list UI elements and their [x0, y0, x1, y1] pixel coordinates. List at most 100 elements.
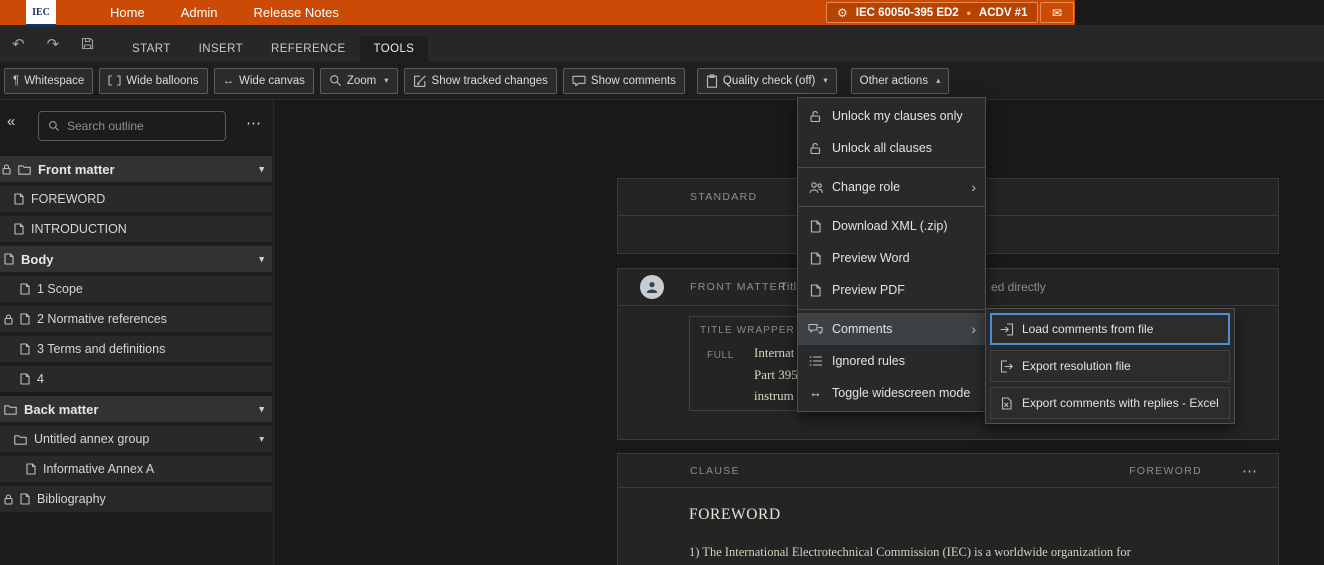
menu-item-label: Ignored rules: [832, 354, 905, 368]
other-actions-menu: Unlock my clauses only Unlock all clause…: [797, 97, 986, 412]
title-wrapper-label: TITLE WRAPPER: [700, 325, 795, 336]
show-comments-label: Show comments: [590, 74, 676, 87]
show-comments-button[interactable]: Show comments: [562, 67, 685, 94]
outline-sidebar: « ⋯ Front matter ▾ FOREWORD INTRODUCTION…: [0, 100, 274, 565]
change-role-icon: [808, 181, 823, 194]
sidebar-item-front-matter[interactable]: Front matter ▾: [0, 156, 272, 182]
menu-item-toggle-widescreen[interactable]: ↔ Toggle widescreen mode: [798, 377, 985, 409]
chevron-down-icon[interactable]: ▾: [259, 254, 264, 265]
foreword-heading: FOREWORD: [689, 506, 781, 523]
document-badge[interactable]: ⚙ IEC 60050-395 ED2 • ACDV #1: [826, 2, 1039, 23]
save-icon: [81, 37, 94, 50]
file-icon: [808, 283, 823, 297]
quality-check-button[interactable]: Quality check (off) ▾: [696, 67, 837, 94]
menu-divider: [798, 206, 985, 207]
menu-item-change-role[interactable]: Change role ›: [798, 171, 985, 203]
tree-item-label: Untitled annex group: [34, 432, 150, 446]
wide-balloons-button[interactable]: Wide balloons: [99, 67, 208, 94]
chevron-down-icon[interactable]: ▾: [259, 404, 264, 415]
document-icon: [20, 313, 30, 325]
search-input[interactable]: [67, 119, 216, 133]
nav-item-release-notes[interactable]: Release Notes: [254, 5, 339, 20]
tree-item-label: 1 Scope: [37, 282, 83, 296]
card-kind-label: CLAUSE: [690, 464, 740, 477]
sidebar-item-back-matter[interactable]: Back matter ▾: [0, 396, 272, 422]
quality-check-label: Quality check (off): [722, 74, 816, 87]
menu-item-ignored-rules[interactable]: Ignored rules: [798, 345, 985, 377]
folder-icon: [18, 164, 31, 175]
undo-button[interactable]: ↶: [12, 35, 25, 53]
submenu-item-label: Load comments from file: [1022, 322, 1154, 336]
menu-item-unlock-all-clauses[interactable]: Unlock all clauses: [798, 132, 985, 164]
sidebar-item-body[interactable]: Body ▾: [0, 246, 272, 272]
unlock-icon: [808, 110, 823, 123]
menu-item-preview-pdf[interactable]: Preview PDF: [798, 274, 985, 306]
redo-button[interactable]: ↷: [47, 35, 60, 53]
sidebar-item-informative-annex-a[interactable]: Informative Annex A: [0, 456, 272, 482]
show-tracked-changes-label: Show tracked changes: [431, 74, 548, 87]
sidebar-item-foreword[interactable]: FOREWORD: [0, 186, 272, 212]
arrows-horizontal-icon: ↔: [222, 74, 235, 87]
rules-icon: [808, 355, 823, 367]
show-tracked-changes-button[interactable]: Show tracked changes: [403, 67, 557, 94]
search-icon: [48, 120, 60, 132]
chevron-down-icon[interactable]: ▾: [259, 164, 264, 175]
sidebar-item-bibliography[interactable]: Bibliography: [0, 486, 272, 512]
whitespace-button[interactable]: ¶ Whitespace: [4, 67, 94, 94]
iec-logo[interactable]: IEC: [26, 0, 56, 27]
wide-canvas-button[interactable]: ↔ Wide canvas: [213, 67, 314, 94]
document-icon: [20, 283, 30, 295]
chevron-down-icon: ▾: [823, 75, 828, 85]
sidebar-item-clause-4[interactable]: 4: [0, 366, 272, 392]
submenu-item-label: Export resolution file: [1022, 359, 1131, 373]
tab-tools[interactable]: TOOLS: [359, 36, 429, 62]
tree-item-label: Back matter: [24, 401, 99, 417]
zoom-button[interactable]: Zoom ▾: [319, 67, 398, 94]
document-title: IEC 60050-395 ED2: [855, 6, 959, 19]
tree-item-label: 2 Normative references: [37, 312, 167, 326]
file-icon: [808, 219, 823, 233]
menu-item-download-xml[interactable]: Download XML (.zip): [798, 210, 985, 242]
foreword-clause-card: CLAUSE FOREWORD ⋯ FOREWORD 1) The Intern…: [617, 453, 1279, 565]
lock-icon: [4, 313, 13, 325]
clause-more-button[interactable]: ⋯: [1242, 462, 1258, 480]
other-actions-button[interactable]: Other actions ▴: [850, 67, 950, 94]
folder-icon: [14, 434, 27, 445]
lock-icon: [2, 163, 11, 175]
tab-reference[interactable]: REFERENCE: [257, 36, 360, 62]
nav-item-home[interactable]: Home: [110, 5, 145, 20]
unlock-icon: [808, 142, 823, 155]
submenu-item-export-comments-excel[interactable]: Export comments with replies - Excel: [990, 387, 1230, 419]
clause-card-header: CLAUSE FOREWORD ⋯: [618, 454, 1278, 488]
tab-start[interactable]: START: [118, 36, 185, 62]
title-fragment: Titl: [780, 281, 797, 293]
collapse-sidebar-button[interactable]: «: [7, 113, 15, 130]
menu-item-label: Comments: [832, 322, 893, 336]
sidebar-item-untitled-annex-group[interactable]: Untitled annex group ▾: [0, 426, 272, 452]
menu-item-label: Preview Word: [832, 251, 910, 265]
tab-insert[interactable]: INSERT: [185, 36, 257, 62]
wide-canvas-label: Wide canvas: [239, 74, 305, 87]
wide-balloons-label: Wide balloons: [126, 74, 199, 87]
save-button[interactable]: [81, 37, 94, 50]
tree-item-label: FOREWORD: [31, 192, 106, 206]
locked-by-avatar: [640, 275, 664, 299]
sidebar-item-normative-references[interactable]: 2 Normative references: [0, 306, 272, 332]
edit-square-icon: [413, 74, 427, 88]
file-icon: [808, 251, 823, 265]
submenu-item-export-resolution[interactable]: Export resolution file: [990, 350, 1230, 382]
mail-button[interactable]: ✉: [1040, 2, 1074, 23]
clause-name-label: FOREWORD: [1129, 464, 1202, 477]
submenu-item-load-comments[interactable]: Load comments from file: [990, 313, 1230, 345]
nav-item-admin[interactable]: Admin: [181, 5, 218, 20]
sidebar-item-introduction[interactable]: INTRODUCTION: [0, 216, 272, 242]
outline-more-button[interactable]: ⋯: [246, 114, 261, 132]
menu-item-preview-word[interactable]: Preview Word: [798, 242, 985, 274]
chevron-down-icon[interactable]: ▾: [259, 434, 264, 445]
sidebar-item-terms-definitions[interactable]: 3 Terms and definitions: [0, 336, 272, 362]
menu-item-unlock-my-clauses[interactable]: Unlock my clauses only: [798, 100, 985, 132]
outline-search[interactable]: [38, 111, 226, 141]
menu-item-comments[interactable]: Comments ›: [798, 313, 985, 345]
sidebar-item-scope[interactable]: 1 Scope: [0, 276, 272, 302]
magnifier-icon: [329, 74, 342, 87]
